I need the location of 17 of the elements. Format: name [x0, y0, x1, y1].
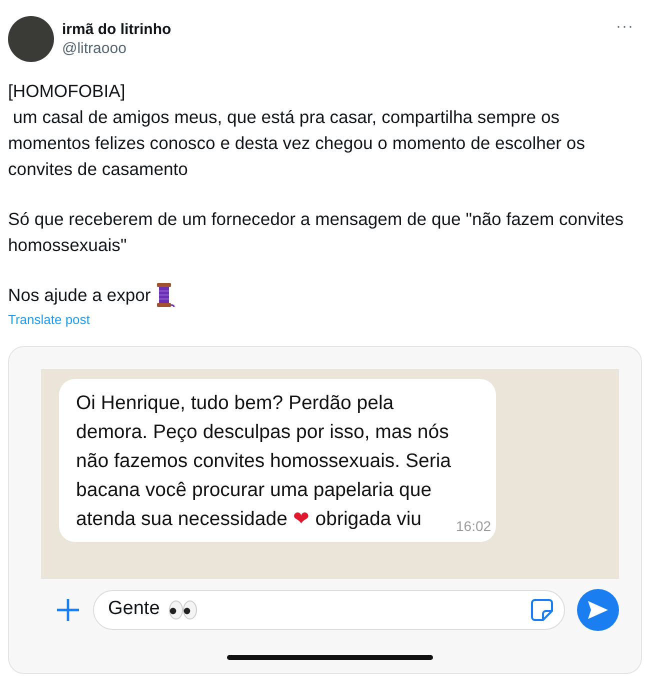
author-handle[interactable]: @litraooo	[62, 39, 616, 58]
post-text: Nos ajude a expor	[8, 284, 151, 307]
post-text: [HOMOFOBIA] um casal de amigos meus, que está pra casar, compartilha sempre os momentos felizes conosco e desta vez chegou o momento de escolher os convites de casamento	[8, 80, 586, 181]
send-button[interactable]	[577, 588, 619, 630]
message-text: Oi Henrique, tudo bem? Perdão pela demora. Peço desculpas por isso, mas nós não fazemos convites homossexuais. Seria bacana você procurar uma papelaria que atenda sua necessidade ❤ obrigada viu	[76, 390, 452, 532]
post-text: Só que receberem de um fornecedor a mensagem de que "não fazem convites homossexuais"	[8, 208, 625, 257]
plus-icon	[55, 596, 81, 622]
author-name[interactable]: irmã do litrinho	[62, 20, 616, 39]
sticker-icon[interactable]	[530, 598, 554, 622]
more-options-button[interactable]: ···	[616, 16, 634, 38]
message-time: 16:02	[456, 516, 492, 536]
send-icon	[587, 600, 609, 620]
thread-spool-icon	[154, 283, 175, 307]
eyes-icon	[168, 600, 198, 620]
message-input-field[interactable]: Gente	[93, 590, 565, 630]
avatar-placeholder[interactable]	[8, 16, 54, 62]
add-button[interactable]	[55, 596, 81, 622]
